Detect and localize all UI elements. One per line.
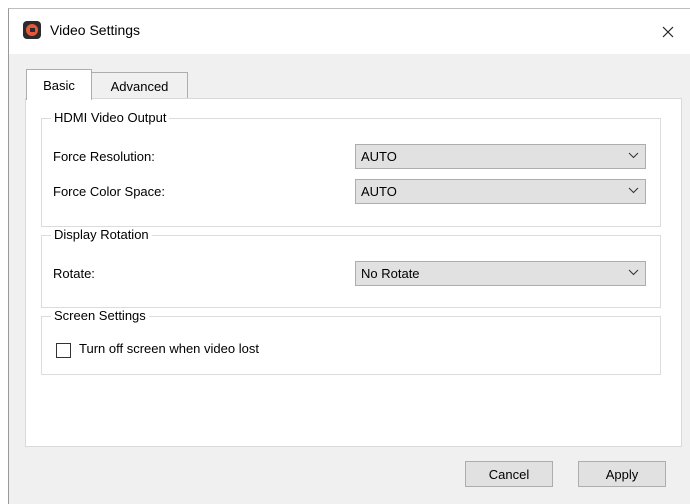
turn-off-screen-label[interactable]: Turn off screen when video lost [79,341,259,356]
turn-off-screen-checkbox[interactable] [56,343,71,358]
force-color-space-label: Force Color Space: [53,184,165,199]
window-title: Video Settings [50,22,141,38]
app-logo-icon [23,21,41,39]
group-title: Display Rotation [51,227,152,242]
cancel-button[interactable]: Cancel [465,461,553,487]
group-display-rotation: Display Rotation Rotate: No Rotate [41,227,661,308]
rotate-label: Rotate: [53,266,95,281]
apply-button-label: Apply [605,466,639,482]
tab-advanced-label: Advanced [110,78,169,94]
close-icon [662,26,674,37]
title-bar: Video Settings [9,9,690,54]
video-settings-dialog: Video Settings Basic Advanced HDMI Video… [8,8,690,504]
chevron-down-icon [628,269,639,276]
force-resolution-label: Force Resolution: [53,149,155,164]
chevron-down-icon [628,187,639,194]
tab-panel-basic: HDMI Video Output Force Resolution: AUTO… [25,98,682,447]
rotate-select[interactable]: No Rotate [355,261,646,286]
chevron-down-icon [628,152,639,159]
tab-advanced[interactable]: Advanced [91,72,188,99]
tab-basic[interactable]: Basic [26,69,92,100]
group-title: HDMI Video Output [51,110,170,125]
force-resolution-select[interactable]: AUTO [355,144,646,169]
tab-basic-label: Basic [43,77,75,93]
group-hdmi-video-output: HDMI Video Output Force Resolution: AUTO… [41,110,661,227]
rotate-value: No Rotate [361,266,420,281]
force-color-space-select[interactable]: AUTO [355,179,646,204]
cancel-button-label: Cancel [488,466,530,482]
force-color-space-value: AUTO [361,184,397,199]
force-resolution-value: AUTO [361,149,397,164]
group-screen-settings: Screen Settings Turn off screen when vid… [41,308,661,375]
close-button[interactable] [645,9,690,54]
apply-button[interactable]: Apply [578,461,666,487]
group-title: Screen Settings [51,308,149,323]
